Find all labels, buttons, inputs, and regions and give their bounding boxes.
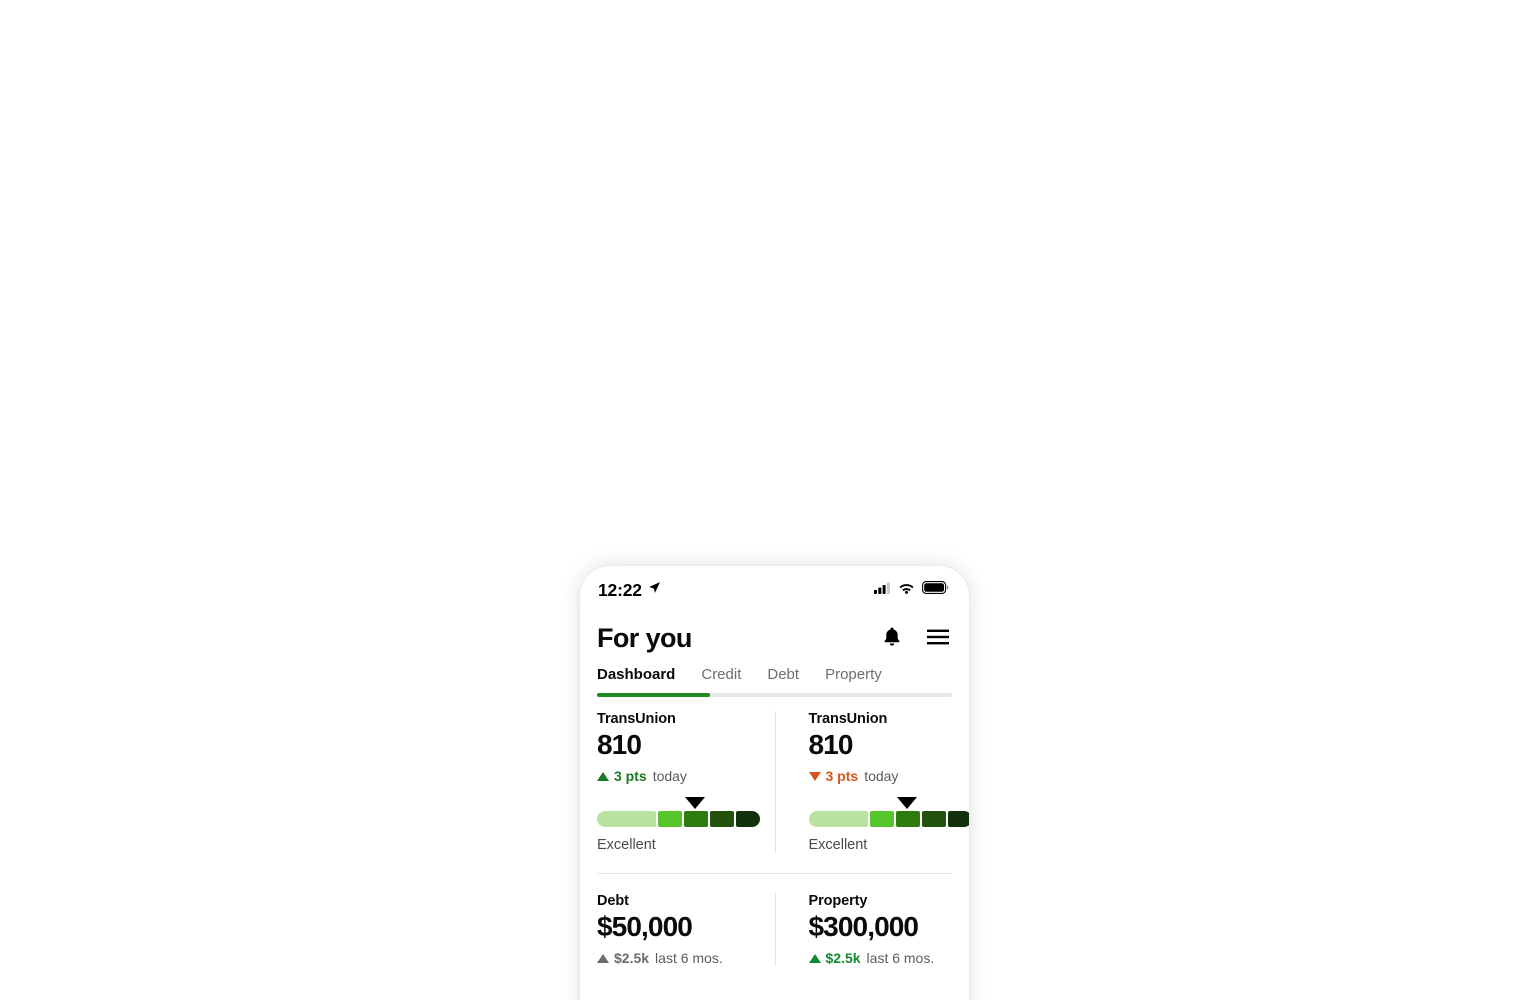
battery-full-icon: [922, 581, 949, 599]
phone-mockup-frame: 12:22 For you Dashboard Credit Debt Prop…: [580, 566, 969, 1000]
meter-segment: [808, 811, 868, 828]
cellular-signal-icon: [874, 581, 891, 599]
trend-down-icon: [808, 771, 821, 781]
delta-period: today: [864, 768, 899, 785]
header-actions: [882, 626, 949, 650]
trend-up-icon: [597, 771, 609, 781]
meter-segment: [947, 811, 969, 828]
screenshot-canvas: 12:22 For you Dashboard Credit Debt Prop…: [0, 0, 1534, 1000]
tab-credit[interactable]: Credit: [701, 666, 741, 693]
debt-value: $50,000: [597, 911, 693, 943]
status-bar-left: 12:22: [598, 580, 661, 601]
status-bar-right: [874, 581, 949, 599]
wifi-icon: [898, 581, 915, 599]
trend-up-icon: [597, 953, 609, 963]
app-header: For you: [580, 614, 969, 662]
dashboard-card-grid: TransUnion 810 3 pts today Excellent Tra…: [580, 711, 969, 967]
tab-active-indicator: [597, 693, 710, 697]
tab-list: Dashboard Credit Debt Property: [580, 666, 969, 693]
property-value: $300,000: [808, 911, 919, 943]
credit-score-row: TransUnion 810 3 pts today Excellent Tra…: [597, 711, 969, 873]
credit-score-delta: 3 pts today: [597, 768, 759, 784]
property-label: Property: [808, 893, 868, 910]
assets-row: Debt $50,000 $2.5k last 6 mos. Property …: [597, 874, 953, 967]
bell-icon: [882, 626, 902, 650]
menu-button[interactable]: [927, 629, 949, 648]
meter-pointer-icon: [685, 797, 705, 810]
meter-pointer-row: [809, 797, 970, 810]
credit-card-right[interactable]: TransUnion 810 3 pts today Excellent: [774, 711, 969, 854]
meter-segments: [808, 811, 969, 828]
tab-dashboard[interactable]: Dashboard: [597, 666, 675, 693]
tab-underline-track: [597, 693, 952, 697]
tab-bar: Dashboard Credit Debt Property: [580, 666, 969, 697]
meter-segment: [684, 811, 709, 828]
credit-score-meter: Excellent: [808, 797, 970, 854]
status-bar-clock: 12:22: [598, 579, 642, 600]
page-title: For you: [597, 622, 692, 653]
credit-score-value: 810: [597, 729, 642, 760]
credit-bureau-label: TransUnion: [597, 711, 676, 727]
property-delta: $2.5k last 6 mos.: [808, 950, 953, 967]
credit-score-delta: 3 pts today: [808, 768, 953, 785]
meter-segment: [921, 811, 946, 828]
meter-segment: [597, 811, 657, 828]
credit-card-left[interactable]: TransUnion 810 3 pts today Excellent: [597, 711, 775, 853]
meter-pointer-icon: [896, 797, 917, 810]
delta-amount: 3 pts: [614, 768, 647, 785]
credit-rating-label: Excellent: [808, 837, 868, 854]
delta-amount: $2.5k: [825, 950, 861, 967]
trend-up-icon: [808, 953, 821, 963]
meter-segment: [895, 811, 920, 828]
delta-amount: 3 pts: [825, 768, 859, 785]
notifications-button[interactable]: [882, 626, 902, 650]
meter-segment: [869, 811, 894, 828]
property-card[interactable]: Property $300,000 $2.5k last 6 mos.: [774, 893, 953, 967]
hamburger-menu-icon: [927, 629, 949, 648]
delta-period: last 6 mos.: [655, 950, 723, 967]
delta-period: last 6 mos.: [866, 950, 935, 967]
debt-card[interactable]: Debt $50,000 $2.5k last 6 mos.: [597, 893, 775, 966]
status-bar: 12:22: [580, 566, 969, 614]
meter-segments: [597, 811, 761, 828]
location-arrow-icon: [648, 581, 661, 599]
tab-debt[interactable]: Debt: [767, 666, 799, 693]
credit-score-meter: Excellent: [597, 797, 761, 854]
meter-segment: [658, 811, 683, 828]
delta-amount: $2.5k: [614, 950, 650, 967]
meter-segment: [710, 811, 735, 828]
meter-segment: [736, 811, 761, 828]
credit-bureau-label: TransUnion: [808, 711, 888, 727]
credit-rating-label: Excellent: [597, 837, 656, 854]
tab-property[interactable]: Property: [825, 666, 882, 693]
debt-label: Debt: [597, 893, 629, 910]
delta-period: today: [652, 768, 687, 785]
meter-pointer-row: [597, 797, 760, 810]
credit-score-value: 810: [808, 729, 854, 760]
debt-delta: $2.5k last 6 mos.: [597, 950, 759, 966]
